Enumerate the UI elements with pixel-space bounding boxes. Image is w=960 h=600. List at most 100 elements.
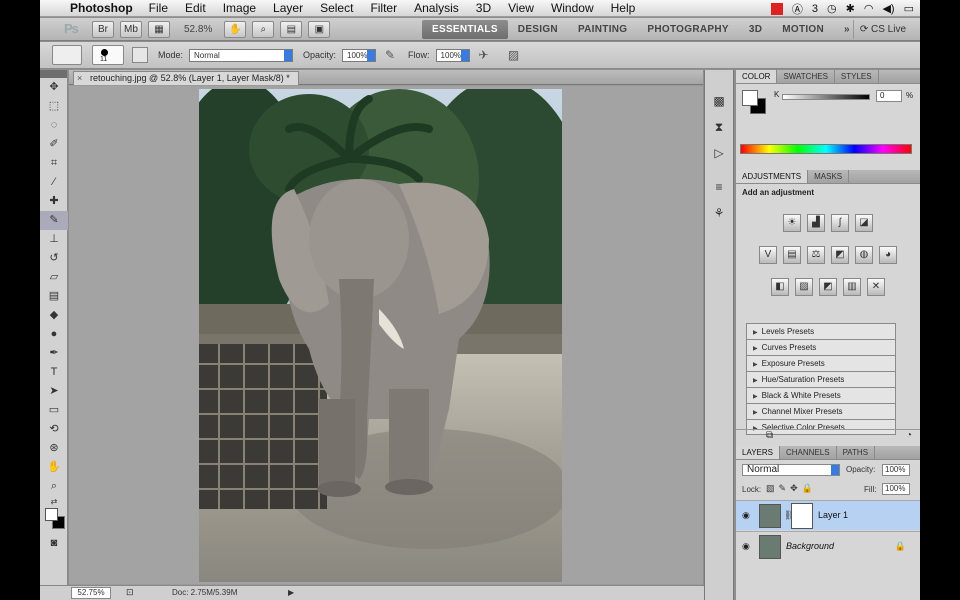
photo-filter-icon[interactable]: ◍	[855, 246, 873, 264]
workspace-photography[interactable]: PHOTOGRAPHY	[637, 20, 738, 39]
adobe-update-icon[interactable]	[770, 2, 783, 15]
spot-healing-tool-icon[interactable]: ✚	[40, 192, 68, 211]
history-panel-icon[interactable]: ⧗	[708, 116, 730, 138]
menu-layer[interactable]: Layer	[273, 1, 303, 15]
hue-saturation-icon[interactable]: ▤	[783, 246, 801, 264]
preset-exposure[interactable]: ▶ Exposure Presets	[746, 355, 896, 371]
gradient-tool-icon[interactable]: ▤	[40, 287, 68, 306]
lock-position-icon[interactable]: ✥	[790, 483, 802, 493]
crop-tool-icon[interactable]: ⌗	[40, 154, 68, 173]
screen-mode-button[interactable]: ▣	[308, 20, 331, 38]
document-tab[interactable]: × retouching.jpg @ 52.8% (Layer 1, Layer…	[73, 71, 299, 85]
brush-presets-panel-icon[interactable]: ≡	[708, 176, 730, 198]
menu-view[interactable]: View	[508, 1, 534, 15]
lock-pixels-icon[interactable]: ✎	[779, 483, 791, 493]
layer-mask-thumbnail[interactable]	[791, 503, 813, 529]
levels-icon[interactable]: ▟	[807, 214, 825, 232]
preset-hue-saturation[interactable]: ▶ Hue/Saturation Presets	[746, 371, 896, 387]
launch-bridge-button[interactable]: Br	[92, 20, 114, 38]
k-channel-slider[interactable]	[782, 94, 870, 100]
arrange-documents-button[interactable]: ▤	[280, 20, 303, 38]
hand-tool-icon[interactable]: ✋	[40, 458, 68, 477]
color-panel-foreground-swatch[interactable]	[742, 90, 758, 106]
zoom-tool-icon[interactable]: ⌕	[40, 477, 68, 496]
eraser-tool-icon[interactable]: ▱	[40, 268, 68, 287]
menu-window[interactable]: Window	[551, 1, 594, 15]
clone-stamp-tool-icon[interactable]: ⊥	[40, 230, 68, 249]
layer-name[interactable]: Layer 1	[818, 510, 848, 520]
gradient-map-icon[interactable]: ▥	[843, 278, 861, 296]
path-selection-tool-icon[interactable]: ➤	[40, 382, 68, 401]
view-extras-button[interactable]: ▦	[148, 20, 170, 38]
clip-to-layer-icon[interactable]: ⧉	[766, 430, 773, 441]
preset-channel-mixer[interactable]: ▶ Channel Mixer Presets	[746, 403, 896, 419]
eyedropper-tool-icon[interactable]: ⁄	[40, 173, 68, 192]
zoom-level-select[interactable]: 52.8%	[178, 21, 218, 38]
menu-app-name[interactable]: Photoshop	[70, 1, 133, 15]
battery-icon[interactable]: ▭	[904, 2, 914, 15]
document-canvas-image[interactable]	[199, 89, 562, 582]
tools-panel-header[interactable]	[40, 70, 67, 78]
tab-adjustments[interactable]: ADJUSTMENTS	[736, 170, 809, 183]
foreground-color-swatch[interactable]	[45, 508, 58, 521]
menu-3d[interactable]: 3D	[476, 1, 491, 15]
tab-swatches[interactable]: SWATCHES	[777, 70, 835, 83]
menu-file[interactable]: File	[149, 1, 168, 15]
preset-levels[interactable]: ▶ Levels Presets	[746, 323, 896, 339]
pen-tool-icon[interactable]: ✒	[40, 344, 68, 363]
black-white-icon[interactable]: ◩	[831, 246, 849, 264]
lock-transparency-icon[interactable]: ▧	[766, 483, 779, 493]
zoom-tool-button[interactable]: ⌕	[252, 20, 275, 38]
rectangle-tool-icon[interactable]: ▭	[40, 401, 68, 420]
status-zoom-field[interactable]: 52.75%	[71, 587, 111, 599]
3d-rotate-tool-icon[interactable]: ⟲	[40, 420, 68, 439]
flow-field[interactable]: 100%	[435, 48, 470, 62]
clone-source-panel-icon[interactable]: ⚘	[708, 202, 730, 224]
exposure-icon[interactable]: ◪	[855, 214, 873, 232]
workspace-essentials[interactable]: ESSENTIALS	[422, 20, 508, 39]
layer-opacity-field[interactable]: 100%	[882, 464, 910, 476]
cs-live-button[interactable]: ⟳ CS Live	[852, 20, 912, 39]
threshold-icon[interactable]: ◩	[819, 278, 837, 296]
selective-color-icon[interactable]: ✕	[867, 278, 885, 296]
brush-panel-toggle-button[interactable]	[132, 47, 148, 63]
menu-image[interactable]: Image	[223, 1, 256, 15]
preset-black-white[interactable]: ▶ Black & White Presets	[746, 387, 896, 403]
workspace-motion[interactable]: MOTION	[772, 20, 834, 39]
hand-tool-button[interactable]: ✋	[224, 20, 247, 38]
status-preview-icon[interactable]: ⊡	[126, 587, 134, 598]
tab-color[interactable]: COLOR	[736, 70, 778, 83]
tablet-opacity-pressure-icon[interactable]: ✎	[382, 47, 398, 63]
tab-masks[interactable]: MASKS	[808, 170, 850, 183]
dodge-tool-icon[interactable]: ●	[40, 325, 68, 344]
mode-select[interactable]: Normal	[189, 48, 294, 62]
menu-analysis[interactable]: Analysis	[414, 1, 459, 15]
layer-row-layer-1[interactable]: ◉ ⛓ Layer 1	[736, 500, 920, 530]
airbrush-icon[interactable]: ✈	[476, 47, 492, 63]
color-balance-icon[interactable]: ⚖	[807, 246, 825, 264]
opacity-field[interactable]: 100%	[342, 48, 377, 62]
quick-selection-tool-icon[interactable]: ✐	[40, 135, 68, 154]
brightness-contrast-icon[interactable]: ☀	[783, 214, 801, 232]
visibility-eye-icon[interactable]: ◉	[742, 510, 750, 521]
invert-icon[interactable]: ◧	[771, 278, 789, 296]
panel-options-icon[interactable]: ◔	[906, 430, 912, 441]
layer-thumbnail[interactable]	[759, 535, 781, 559]
mini-bridge-panel-icon[interactable]: ▩	[708, 90, 730, 112]
tablet-size-pressure-icon[interactable]: ▨	[506, 47, 522, 63]
lock-all-icon[interactable]: 🔒	[802, 483, 817, 493]
lasso-tool-icon[interactable]: ◌	[40, 116, 68, 135]
brush-preset-picker[interactable]: 11	[92, 45, 124, 65]
volume-icon[interactable]: ◀)	[882, 2, 894, 15]
brush-tool-icon[interactable]: ✎	[40, 211, 68, 230]
layer-thumbnail[interactable]	[759, 504, 781, 528]
bluetooth-icon[interactable]: ✱	[846, 2, 855, 15]
menu-edit[interactable]: Edit	[185, 1, 206, 15]
tool-preset-picker[interactable]	[52, 45, 82, 65]
tab-styles[interactable]: STYLES	[835, 70, 879, 83]
marquee-tool-icon[interactable]: ⬚	[40, 97, 68, 116]
history-brush-tool-icon[interactable]: ↺	[40, 249, 68, 268]
blend-mode-select[interactable]: Normal	[742, 464, 840, 476]
type-tool-icon[interactable]: T	[40, 363, 68, 382]
status-menu-arrow-icon[interactable]: ▶	[288, 588, 294, 597]
